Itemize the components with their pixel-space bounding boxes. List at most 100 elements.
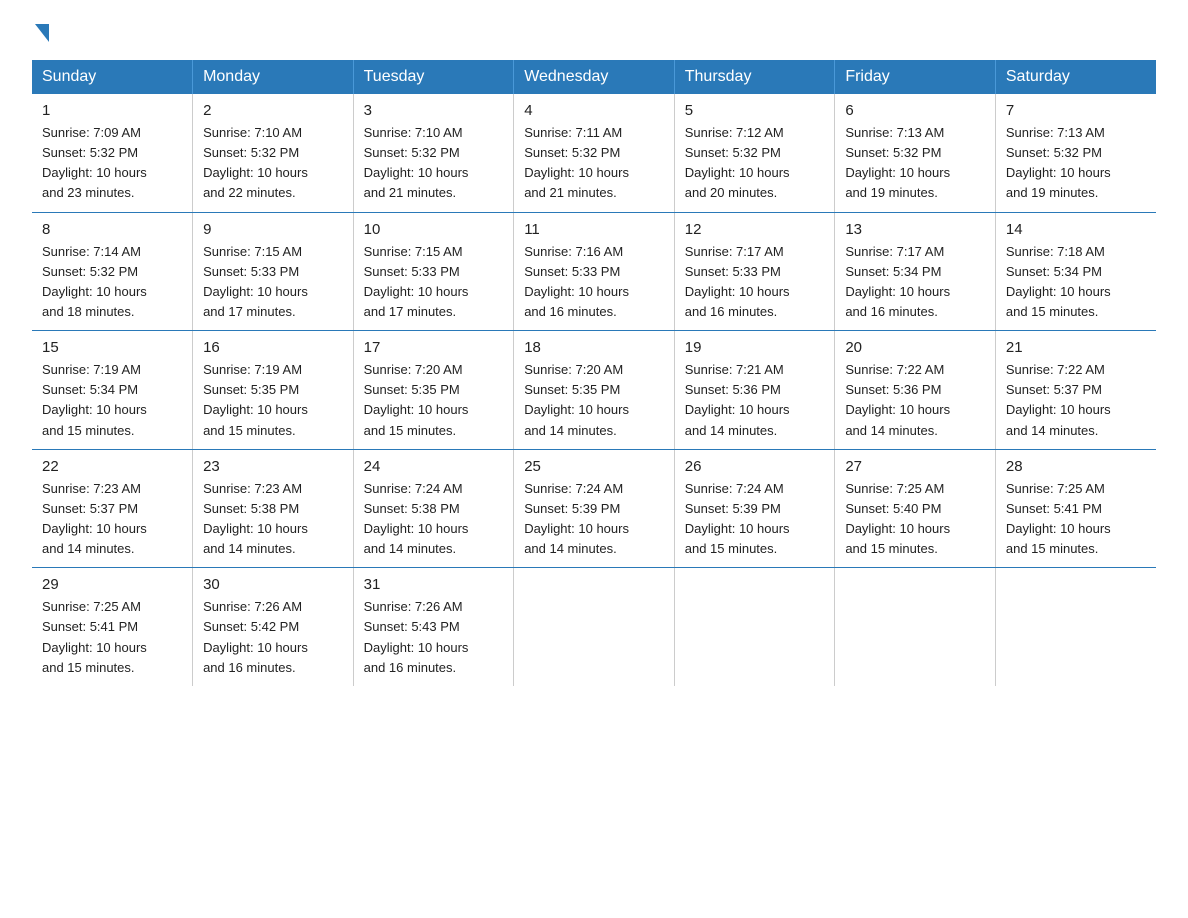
day-info: Sunrise: 7:25 AMSunset: 5:41 PMDaylight:… — [1006, 479, 1146, 560]
day-info: Sunrise: 7:10 AMSunset: 5:32 PMDaylight:… — [364, 123, 504, 204]
weekday-header-monday: Monday — [193, 60, 354, 94]
day-info: Sunrise: 7:13 AMSunset: 5:32 PMDaylight:… — [1006, 123, 1146, 204]
calendar-day-5: 5 Sunrise: 7:12 AMSunset: 5:32 PMDaylight… — [674, 94, 835, 212]
day-number: 1 — [42, 102, 182, 119]
calendar-day-6: 6 Sunrise: 7:13 AMSunset: 5:32 PMDaylight… — [835, 94, 996, 212]
day-info: Sunrise: 7:23 AMSunset: 5:38 PMDaylight:… — [203, 479, 343, 560]
calendar-day-23: 23 Sunrise: 7:23 AMSunset: 5:38 PMDayligh… — [193, 449, 354, 568]
calendar-day-1: 1 Sunrise: 7:09 AMSunset: 5:32 PMDaylight… — [32, 94, 193, 212]
day-number: 2 — [203, 102, 343, 119]
calendar-week-2: 8 Sunrise: 7:14 AMSunset: 5:32 PMDaylight… — [32, 212, 1156, 331]
calendar-day-24: 24 Sunrise: 7:24 AMSunset: 5:38 PMDayligh… — [353, 449, 514, 568]
calendar-day-7: 7 Sunrise: 7:13 AMSunset: 5:32 PMDaylight… — [995, 94, 1156, 212]
day-info: Sunrise: 7:18 AMSunset: 5:34 PMDaylight:… — [1006, 242, 1146, 323]
calendar-day-28: 28 Sunrise: 7:25 AMSunset: 5:41 PMDayligh… — [995, 449, 1156, 568]
calendar-day-31: 31Sunrise: 7:26 AMSunset: 5:43 PMDayligh… — [353, 568, 514, 686]
day-number: 25 — [524, 458, 664, 475]
calendar-day-27: 27 Sunrise: 7:25 AMSunset: 5:40 PMDayligh… — [835, 449, 996, 568]
day-info: Sunrise: 7:24 AMSunset: 5:39 PMDaylight:… — [685, 479, 825, 560]
calendar-day-19: 19 Sunrise: 7:21 AMSunset: 5:36 PMDayligh… — [674, 331, 835, 450]
day-info: Sunrise: 7:17 AMSunset: 5:34 PMDaylight:… — [845, 242, 985, 323]
day-number: 23 — [203, 458, 343, 475]
day-number: 19 — [685, 339, 825, 356]
day-info: Sunrise: 7:17 AMSunset: 5:33 PMDaylight:… — [685, 242, 825, 323]
calendar-day-9: 9 Sunrise: 7:15 AMSunset: 5:33 PMDaylight… — [193, 212, 354, 331]
calendar-day-3: 3 Sunrise: 7:10 AMSunset: 5:32 PMDaylight… — [353, 94, 514, 212]
calendar-day-16: 16 Sunrise: 7:19 AMSunset: 5:35 PMDayligh… — [193, 331, 354, 450]
day-number: 13 — [845, 221, 985, 238]
weekday-header-tuesday: Tuesday — [353, 60, 514, 94]
calendar-day-4: 4 Sunrise: 7:11 AMSunset: 5:32 PMDaylight… — [514, 94, 675, 212]
day-number: 15 — [42, 339, 182, 356]
calendar-week-1: 1 Sunrise: 7:09 AMSunset: 5:32 PMDaylight… — [32, 94, 1156, 212]
calendar-day-20: 20Sunrise: 7:22 AMSunset: 5:36 PMDayligh… — [835, 331, 996, 450]
day-number: 29 — [42, 576, 182, 593]
day-info: Sunrise: 7:15 AMSunset: 5:33 PMDaylight:… — [203, 242, 343, 323]
calendar-week-4: 22 Sunrise: 7:23 AMSunset: 5:37 PMDayligh… — [32, 449, 1156, 568]
empty-day-cell — [995, 568, 1156, 686]
day-info: Sunrise: 7:13 AMSunset: 5:32 PMDaylight:… — [845, 123, 985, 204]
calendar-day-30: 30Sunrise: 7:26 AMSunset: 5:42 PMDayligh… — [193, 568, 354, 686]
day-info: Sunrise: 7:23 AMSunset: 5:37 PMDaylight:… — [42, 479, 182, 560]
day-number: 14 — [1006, 221, 1146, 238]
calendar-day-26: 26 Sunrise: 7:24 AMSunset: 5:39 PMDayligh… — [674, 449, 835, 568]
day-number: 6 — [845, 102, 985, 119]
weekday-header-sunday: Sunday — [32, 60, 193, 94]
calendar-day-12: 12Sunrise: 7:17 AMSunset: 5:33 PMDayligh… — [674, 212, 835, 331]
weekday-header-wednesday: Wednesday — [514, 60, 675, 94]
page-header — [32, 24, 1156, 42]
day-info: Sunrise: 7:16 AMSunset: 5:33 PMDaylight:… — [524, 242, 664, 323]
day-number: 18 — [524, 339, 664, 356]
day-number: 17 — [364, 339, 504, 356]
calendar-day-11: 11 Sunrise: 7:16 AMSunset: 5:33 PMDayligh… — [514, 212, 675, 331]
day-info: Sunrise: 7:21 AMSunset: 5:36 PMDaylight:… — [685, 360, 825, 441]
weekday-header-friday: Friday — [835, 60, 996, 94]
day-number: 22 — [42, 458, 182, 475]
day-info: Sunrise: 7:20 AMSunset: 5:35 PMDaylight:… — [364, 360, 504, 441]
empty-day-cell — [835, 568, 996, 686]
day-number: 28 — [1006, 458, 1146, 475]
day-info: Sunrise: 7:26 AMSunset: 5:42 PMDaylight:… — [203, 597, 343, 678]
day-number: 7 — [1006, 102, 1146, 119]
day-info: Sunrise: 7:24 AMSunset: 5:39 PMDaylight:… — [524, 479, 664, 560]
day-info: Sunrise: 7:19 AMSunset: 5:35 PMDaylight:… — [203, 360, 343, 441]
calendar-week-5: 29 Sunrise: 7:25 AMSunset: 5:41 PMDayligh… — [32, 568, 1156, 686]
calendar-day-22: 22 Sunrise: 7:23 AMSunset: 5:37 PMDayligh… — [32, 449, 193, 568]
day-info: Sunrise: 7:15 AMSunset: 5:33 PMDaylight:… — [364, 242, 504, 323]
day-number: 9 — [203, 221, 343, 238]
day-info: Sunrise: 7:25 AMSunset: 5:40 PMDaylight:… — [845, 479, 985, 560]
day-number: 24 — [364, 458, 504, 475]
day-number: 3 — [364, 102, 504, 119]
day-number: 26 — [685, 458, 825, 475]
day-info: Sunrise: 7:11 AMSunset: 5:32 PMDaylight:… — [524, 123, 664, 204]
day-number: 27 — [845, 458, 985, 475]
day-info: Sunrise: 7:26 AMSunset: 5:43 PMDaylight:… — [364, 597, 504, 678]
day-number: 4 — [524, 102, 664, 119]
day-info: Sunrise: 7:09 AMSunset: 5:32 PMDaylight:… — [42, 123, 182, 204]
calendar-week-3: 15 Sunrise: 7:19 AMSunset: 5:34 PMDayligh… — [32, 331, 1156, 450]
calendar-day-10: 10Sunrise: 7:15 AMSunset: 5:33 PMDayligh… — [353, 212, 514, 331]
day-info: Sunrise: 7:19 AMSunset: 5:34 PMDaylight:… — [42, 360, 182, 441]
calendar-day-18: 18Sunrise: 7:20 AMSunset: 5:35 PMDayligh… — [514, 331, 675, 450]
calendar-day-8: 8 Sunrise: 7:14 AMSunset: 5:32 PMDaylight… — [32, 212, 193, 331]
calendar-day-25: 25 Sunrise: 7:24 AMSunset: 5:39 PMDayligh… — [514, 449, 675, 568]
day-info: Sunrise: 7:12 AMSunset: 5:32 PMDaylight:… — [685, 123, 825, 204]
day-info: Sunrise: 7:10 AMSunset: 5:32 PMDaylight:… — [203, 123, 343, 204]
calendar-day-21: 21 Sunrise: 7:22 AMSunset: 5:37 PMDayligh… — [995, 331, 1156, 450]
day-info: Sunrise: 7:22 AMSunset: 5:37 PMDaylight:… — [1006, 360, 1146, 441]
logo-arrow-icon — [35, 24, 49, 42]
empty-day-cell — [514, 568, 675, 686]
day-number: 5 — [685, 102, 825, 119]
day-info: Sunrise: 7:14 AMSunset: 5:32 PMDaylight:… — [42, 242, 182, 323]
day-number: 8 — [42, 221, 182, 238]
day-info: Sunrise: 7:25 AMSunset: 5:41 PMDaylight:… — [42, 597, 182, 678]
day-number: 21 — [1006, 339, 1146, 356]
calendar-header: SundayMondayTuesdayWednesdayThursdayFrid… — [32, 60, 1156, 94]
day-info: Sunrise: 7:22 AMSunset: 5:36 PMDaylight:… — [845, 360, 985, 441]
day-number: 11 — [524, 221, 664, 238]
day-info: Sunrise: 7:24 AMSunset: 5:38 PMDaylight:… — [364, 479, 504, 560]
calendar-day-15: 15 Sunrise: 7:19 AMSunset: 5:34 PMDayligh… — [32, 331, 193, 450]
day-number: 16 — [203, 339, 343, 356]
weekday-header-thursday: Thursday — [674, 60, 835, 94]
empty-day-cell — [674, 568, 835, 686]
